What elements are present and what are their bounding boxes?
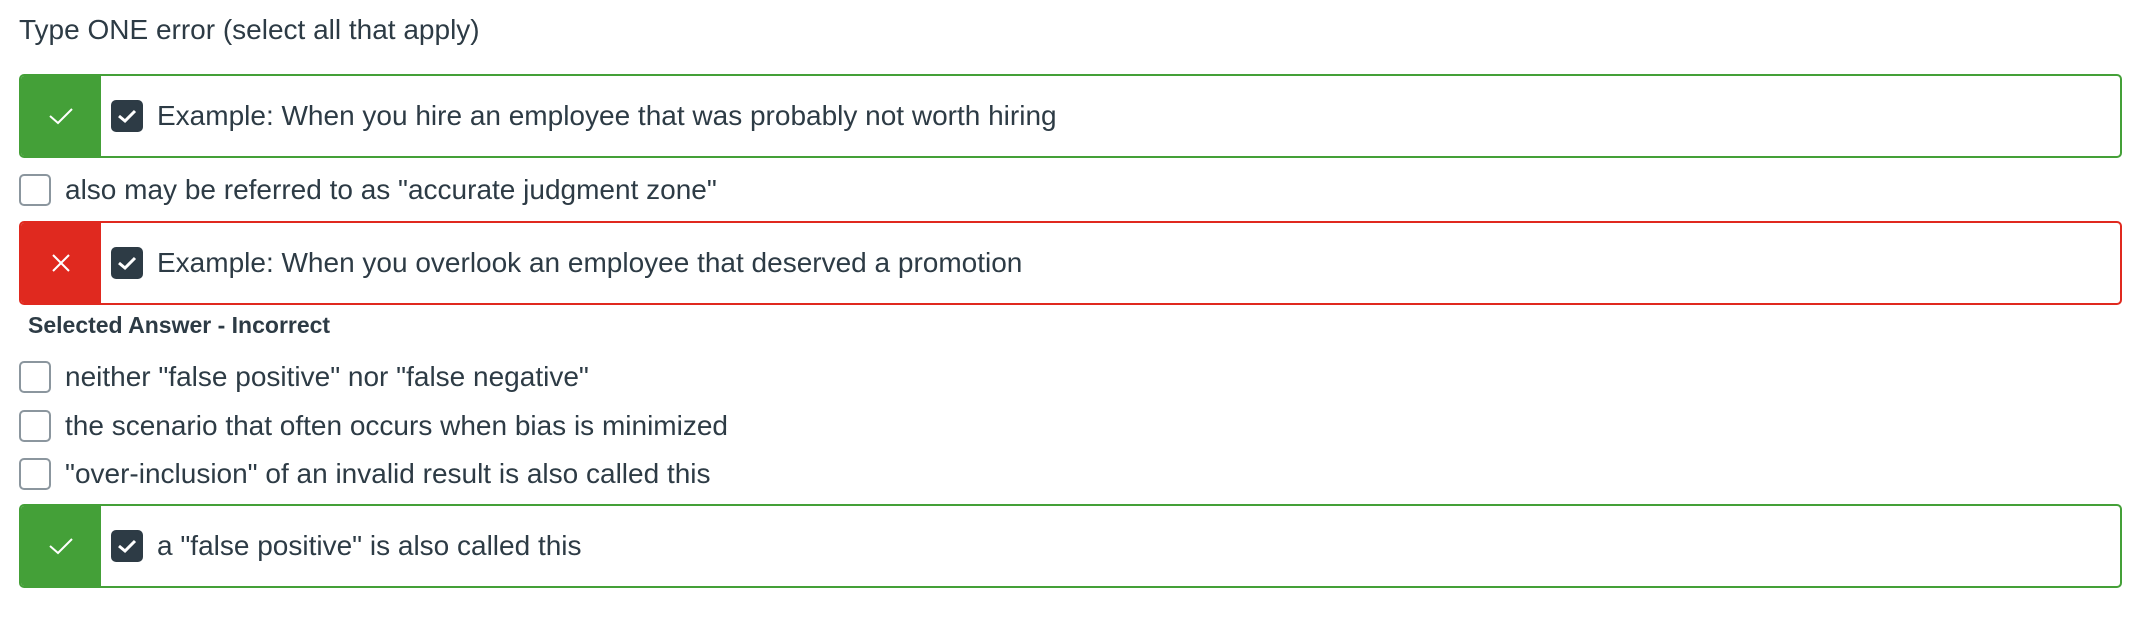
checkmark-icon — [118, 109, 137, 124]
answer-label: neither "false positive" nor "false nega… — [65, 361, 589, 392]
x-icon — [52, 254, 70, 272]
answer-label: "over-inclusion" of an invalid result is… — [65, 458, 711, 489]
correct-status-block — [21, 506, 101, 586]
answer-checkbox[interactable] — [19, 174, 51, 206]
answer-checkbox[interactable] — [19, 361, 51, 393]
answer-checkbox[interactable] — [19, 410, 51, 442]
selected-answer-incorrect-label: Selected Answer - Incorrect — [28, 312, 331, 338]
answer-label: Example: When you hire an employee that … — [157, 100, 1057, 131]
answer-checkbox[interactable] — [111, 247, 143, 279]
answer-row-correct: Example: When you hire an employee that … — [19, 74, 2122, 158]
check-icon — [49, 538, 73, 555]
answer-label: Example: When you overlook an employee t… — [157, 247, 1023, 278]
answer-row: the scenario that often occurs when bias… — [19, 406, 728, 446]
answer-row: "over-inclusion" of an invalid result is… — [19, 454, 711, 494]
checkmark-icon — [118, 539, 137, 554]
question-title: Type ONE error (select all that apply) — [19, 14, 480, 45]
answer-checkbox[interactable] — [111, 100, 143, 132]
answer-checkbox[interactable] — [111, 530, 143, 562]
correct-status-block — [21, 76, 101, 156]
incorrect-status-block — [21, 223, 101, 303]
checkmark-icon — [118, 256, 137, 271]
check-icon — [49, 108, 73, 125]
answer-row: neither "false positive" nor "false nega… — [19, 357, 589, 397]
answer-row-incorrect: Example: When you overlook an employee t… — [19, 221, 2122, 305]
answer-label: a "false positive" is also called this — [157, 530, 582, 561]
answer-label: also may be referred to as "accurate jud… — [65, 174, 717, 205]
answer-row: also may be referred to as "accurate jud… — [19, 170, 717, 210]
answer-label: the scenario that often occurs when bias… — [65, 410, 728, 441]
answer-row-correct: a "false positive" is also called this — [19, 504, 2122, 588]
answer-checkbox[interactable] — [19, 458, 51, 490]
